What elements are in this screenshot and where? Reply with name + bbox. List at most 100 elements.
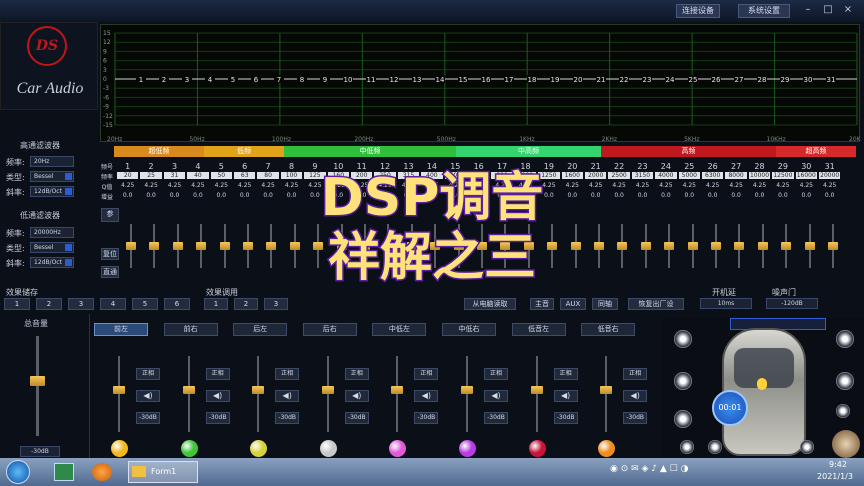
band-frequency-cell[interactable]: 12500 bbox=[772, 172, 794, 179]
bypass-button[interactable]: 直通 bbox=[101, 266, 119, 278]
aux-input-button[interactable]: AUX bbox=[560, 298, 586, 310]
band-gain-cell[interactable]: 0.0 bbox=[186, 192, 209, 199]
read-from-pc-button[interactable]: 从电脑读取 bbox=[464, 298, 516, 310]
band-gain-cell[interactable]: 0.0 bbox=[771, 192, 794, 199]
channel-db-field[interactable]: -30dB bbox=[136, 412, 160, 424]
channel-name-3[interactable]: 后左 bbox=[233, 323, 288, 336]
channel-fader-knob[interactable] bbox=[600, 386, 613, 395]
mute-speaker-icon[interactable]: ◀) bbox=[136, 390, 160, 402]
channel-color-indicator[interactable] bbox=[598, 440, 616, 457]
speaker-mid-right-icon[interactable] bbox=[836, 372, 854, 390]
band-frequency-cell[interactable]: 40 bbox=[187, 172, 209, 179]
mute-speaker-icon[interactable]: ◀) bbox=[553, 390, 578, 402]
connect-device-button[interactable]: 连接设备 bbox=[676, 4, 720, 18]
channel-name-1[interactable]: 前左 bbox=[94, 323, 148, 336]
band-q-cell[interactable]: 4.25 bbox=[748, 182, 771, 189]
band-frequency-cell[interactable]: 63 bbox=[234, 172, 256, 179]
tray-icons[interactable]: ◉ ⊙ ✉ ◈ ♪ ▲ ☐ ◑ bbox=[610, 464, 730, 480]
mute-speaker-icon[interactable]: ◀) bbox=[275, 390, 300, 402]
phase-button[interactable]: 正相 bbox=[553, 368, 578, 380]
channel-color-indicator[interactable] bbox=[250, 440, 268, 457]
speaker-front-right-icon[interactable] bbox=[836, 330, 854, 348]
band-gain-cell[interactable]: 0.0 bbox=[163, 192, 186, 199]
band-q-cell[interactable]: 4.25 bbox=[631, 182, 654, 189]
eq-slider-knob[interactable] bbox=[149, 242, 160, 250]
band-gain-cell[interactable]: 0.0 bbox=[116, 192, 139, 199]
channel-db-field[interactable]: -30dB bbox=[553, 412, 578, 424]
phase-button[interactable]: 正相 bbox=[484, 368, 508, 380]
eq-slider-knob[interactable] bbox=[687, 242, 698, 250]
phase-button[interactable]: 正相 bbox=[205, 368, 230, 380]
channel-name-6[interactable]: 中低右 bbox=[442, 323, 496, 336]
browser-icon[interactable] bbox=[92, 463, 112, 481]
channel-name-2[interactable]: 前右 bbox=[163, 323, 218, 336]
speaker-front-left-icon[interactable] bbox=[674, 330, 692, 348]
band-q-cell[interactable]: 4.25 bbox=[186, 182, 209, 189]
band-q-cell[interactable]: 4.25 bbox=[163, 182, 186, 189]
band-gain-cell[interactable]: 0.0 bbox=[210, 192, 233, 199]
effect-call-button-3[interactable]: 3 bbox=[264, 298, 288, 310]
band-gain-cell[interactable]: 0.0 bbox=[748, 192, 771, 199]
eq-slider-knob[interactable] bbox=[757, 242, 768, 250]
channel-color-indicator[interactable] bbox=[528, 440, 546, 457]
eq-slider-knob[interactable] bbox=[734, 242, 745, 250]
band-frequency-cell[interactable]: 6300 bbox=[702, 172, 724, 179]
band-gain-cell[interactable]: 0.0 bbox=[818, 192, 841, 199]
listening-position-timer[interactable]: 00:01 bbox=[712, 390, 748, 426]
speaker-rear-right-icon[interactable] bbox=[836, 404, 850, 418]
band-gain-cell[interactable]: 0.0 bbox=[139, 192, 162, 199]
band-q-cell[interactable]: 4.25 bbox=[584, 182, 607, 189]
lp-slope-select[interactable]: 12dB/Oct bbox=[30, 257, 74, 268]
mute-speaker-icon[interactable]: ◀) bbox=[205, 390, 230, 402]
listener-marker[interactable] bbox=[757, 378, 767, 390]
band-frequency-cell[interactable]: 25 bbox=[140, 172, 162, 179]
channel-fader-knob[interactable] bbox=[530, 386, 543, 395]
band-frequency-cell[interactable]: 10000 bbox=[748, 172, 771, 179]
eq-slider-knob[interactable] bbox=[172, 242, 183, 250]
band-gain-cell[interactable]: 0.0 bbox=[678, 192, 701, 199]
eq-slider-knob[interactable] bbox=[219, 242, 230, 250]
power-delay-field[interactable]: 10ms bbox=[700, 298, 752, 309]
eq-slider-knob[interactable] bbox=[266, 242, 277, 250]
lp-freq-field[interactable]: 20000Hz bbox=[30, 227, 74, 238]
effect-store-button-3[interactable]: 3 bbox=[68, 298, 94, 310]
band-q-cell[interactable]: 4.25 bbox=[607, 182, 630, 189]
band-q-cell[interactable]: 4.25 bbox=[210, 182, 233, 189]
band-gain-cell[interactable]: 0.0 bbox=[724, 192, 747, 199]
band-frequency-cell[interactable]: 2500 bbox=[608, 172, 630, 179]
band-gain-cell[interactable]: 0.0 bbox=[584, 192, 607, 199]
eq-slider-knob[interactable] bbox=[828, 242, 838, 250]
eq-slider-knob[interactable] bbox=[617, 242, 628, 250]
minimize-icon[interactable]: – bbox=[800, 3, 816, 17]
channel-color-indicator[interactable] bbox=[111, 440, 128, 457]
band-frequency-cell[interactable]: 4000 bbox=[655, 172, 677, 179]
channel-db-field[interactable]: -30dB bbox=[344, 412, 369, 424]
mute-speaker-icon[interactable]: ◀) bbox=[414, 390, 439, 402]
maximize-icon[interactable]: □ bbox=[820, 3, 836, 17]
effect-store-button-1[interactable]: 1 bbox=[4, 298, 30, 310]
eq-slider-knob[interactable] bbox=[781, 242, 792, 250]
eq-slider-knob[interactable] bbox=[640, 242, 651, 250]
coax-input-button[interactable]: 同轴 bbox=[592, 298, 618, 310]
channel-db-field[interactable]: -30dB bbox=[414, 412, 439, 424]
band-gain-cell[interactable]: 0.0 bbox=[256, 192, 279, 199]
start-button[interactable] bbox=[6, 460, 30, 484]
phase-button[interactable]: 正相 bbox=[136, 368, 160, 380]
param-button[interactable]: 参 bbox=[101, 208, 119, 222]
channel-fader-knob[interactable] bbox=[182, 386, 195, 395]
effect-call-button-1[interactable]: 1 bbox=[204, 298, 228, 310]
band-frequency-cell[interactable]: 50 bbox=[210, 172, 232, 179]
phase-button[interactable]: 正相 bbox=[344, 368, 369, 380]
band-q-cell[interactable]: 4.25 bbox=[701, 182, 724, 189]
band-frequency-cell[interactable]: 16000 bbox=[795, 172, 817, 179]
hp-type-select[interactable]: Bessel bbox=[30, 171, 74, 182]
speaker-sub-center-icon[interactable] bbox=[708, 440, 722, 454]
channel-fader-knob[interactable] bbox=[252, 386, 265, 395]
eq-slider-knob[interactable] bbox=[243, 242, 253, 250]
taskbar-app-icon[interactable] bbox=[54, 463, 74, 481]
master-volume-track[interactable] bbox=[36, 336, 39, 436]
channel-color-indicator[interactable] bbox=[389, 440, 407, 457]
effect-store-button-2[interactable]: 2 bbox=[36, 298, 62, 310]
eq-slider-knob[interactable] bbox=[664, 242, 675, 250]
eq-slider-knob[interactable] bbox=[711, 242, 721, 250]
